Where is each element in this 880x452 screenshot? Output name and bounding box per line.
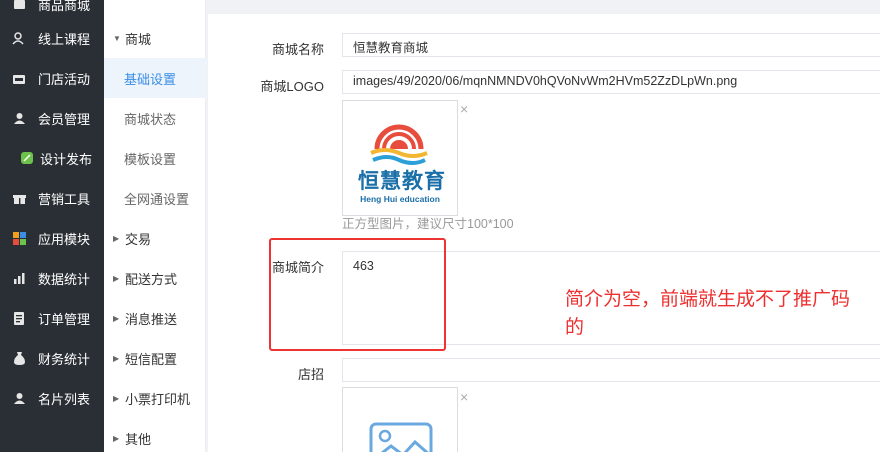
subnav-item-template[interactable]: 模板设置 [104, 138, 206, 178]
subnav-label: 全网通设置 [124, 191, 190, 207]
subnav-label: 商城状态 [124, 111, 177, 127]
sidebar-item-course[interactable]: 线上课程 [0, 18, 104, 58]
subnav-item-basic-settings[interactable]: 基础设置 [104, 58, 206, 98]
sidebar-item-design[interactable]: 设计发布 [0, 138, 104, 178]
store-icon [12, 71, 26, 85]
subnav-group-sms[interactable]: ▶ 短信配置 [104, 338, 206, 378]
sidebar-item-label: 订单管理 [38, 311, 91, 327]
subnav-group-push[interactable]: ▶ 消息推送 [104, 298, 206, 338]
sidebar-item-label: 门店活动 [38, 71, 91, 87]
settings-subnav: ▼ 商城 基础设置 商城状态 模板设置 全网通设置 ▶ 交易 ▶ 配送方式 ▶ … [104, 0, 206, 452]
subnav-label: 其他 [125, 431, 152, 447]
shop-icon [12, 0, 26, 11]
mall-intro-label: 商城简介 [271, 260, 324, 275]
main-content: 商城名称 恒慧教育商城 商城LOGO images/49/2020/06/mqn… [206, 0, 880, 452]
sidebar-item-label: 数据统计 [38, 271, 91, 287]
mall-name-label: 商城名称 [271, 42, 324, 57]
shop-sign-thumbnail[interactable] [342, 387, 458, 452]
order-icon [12, 311, 26, 325]
main-sidebar: 商品商城 线上课程 门店活动 会员管理 设计发布 营销工具 应用模块 数据统计 … [0, 0, 104, 452]
caret-right-icon: ▶ [113, 313, 120, 323]
logo-main-text: 恒慧教育 [358, 169, 446, 193]
sidebar-item-label: 线上课程 [38, 31, 91, 47]
caret-right-icon: ▶ [113, 393, 120, 403]
subnav-label: 配送方式 [125, 271, 178, 287]
sidebar-item-member[interactable]: 会员管理 [0, 98, 104, 138]
sidebar-item-label: 名片列表 [38, 391, 91, 407]
subnav-label: 交易 [125, 231, 152, 247]
subnav-label: 小票打印机 [125, 391, 191, 407]
sidebar-item-label: 财务统计 [38, 351, 91, 367]
subnav-group-printer[interactable]: ▶ 小票打印机 [104, 378, 206, 418]
subnav-item-mall-status[interactable]: 商城状态 [104, 98, 206, 138]
annotation-text: 简介为空，前端就生成不了推广码的 [565, 289, 851, 338]
subnav-label: 商城 [125, 31, 152, 47]
gift-icon [12, 191, 26, 205]
caret-right-icon: ▶ [113, 353, 120, 363]
logo-size-hint: 正方型图片，建议尺寸100*100 [342, 217, 514, 231]
sidebar-item-apps[interactable]: 应用模块 [0, 218, 104, 258]
subnav-group-trade[interactable]: ▶ 交易 [104, 218, 206, 258]
sidebar-item-orders[interactable]: 订单管理 [0, 298, 104, 338]
caret-right-icon: ▶ [113, 433, 120, 443]
remove-sign-icon[interactable]: × [460, 390, 468, 404]
subnav-item-omnichannel[interactable]: 全网通设置 [104, 178, 206, 218]
subnav-label: 基础设置 [124, 71, 177, 87]
subnav-label: 短信配置 [125, 351, 178, 367]
sidebar-item-marketing[interactable]: 营销工具 [0, 178, 104, 218]
mall-name-input[interactable]: 恒慧教育商城 [342, 33, 880, 57]
user-icon [12, 111, 26, 125]
shop-sign-input[interactable] [342, 358, 880, 382]
shop-sign-label: 店招 [297, 367, 324, 382]
mall-logo-label: 商城LOGO [260, 79, 324, 94]
mall-logo-path-input[interactable]: images/49/2020/06/mqnNMNDV0hQVoNvWm2HVm5… [342, 70, 880, 94]
chart-icon [12, 271, 26, 285]
sidebar-item-label: 设计发布 [40, 151, 93, 167]
sidebar-item-label: 营销工具 [38, 191, 91, 207]
subnav-label: 消息推送 [125, 311, 178, 327]
card-icon [12, 391, 26, 405]
money-icon [12, 351, 26, 365]
grid-icon [12, 231, 26, 245]
subnav-group-mall[interactable]: ▼ 商城 [104, 18, 206, 58]
sidebar-item-finance[interactable]: 财务统计 [0, 338, 104, 378]
sidebar-item-stats[interactable]: 数据统计 [0, 258, 104, 298]
subnav-label: 模板设置 [124, 151, 177, 167]
hengxui-logo: 恒慧教育 Heng Hui education [351, 107, 449, 209]
settings-form: 商城名称 恒慧教育商城 商城LOGO images/49/2020/06/mqn… [208, 14, 880, 452]
design-icon [20, 151, 34, 165]
course-icon [12, 31, 26, 45]
caret-down-icon: ▼ [113, 33, 121, 43]
sidebar-item-cards[interactable]: 名片列表 [0, 378, 104, 418]
image-placeholder-icon [369, 422, 433, 452]
subnav-group-other[interactable]: ▶ 其他 [104, 418, 206, 452]
sidebar-item-label: 商品商城 [38, 0, 91, 13]
logo-sub-text: Heng Hui education [360, 194, 440, 204]
remove-logo-icon[interactable]: × [460, 102, 468, 116]
sidebar-item-label: 应用模块 [38, 231, 91, 247]
caret-right-icon: ▶ [113, 233, 120, 243]
subnav-group-delivery[interactable]: ▶ 配送方式 [104, 258, 206, 298]
caret-right-icon: ▶ [113, 273, 120, 283]
sidebar-item-store[interactable]: 门店活动 [0, 58, 104, 98]
sidebar-item-label: 会员管理 [38, 111, 91, 127]
logo-thumbnail[interactable]: 恒慧教育 Heng Hui education [342, 100, 458, 216]
